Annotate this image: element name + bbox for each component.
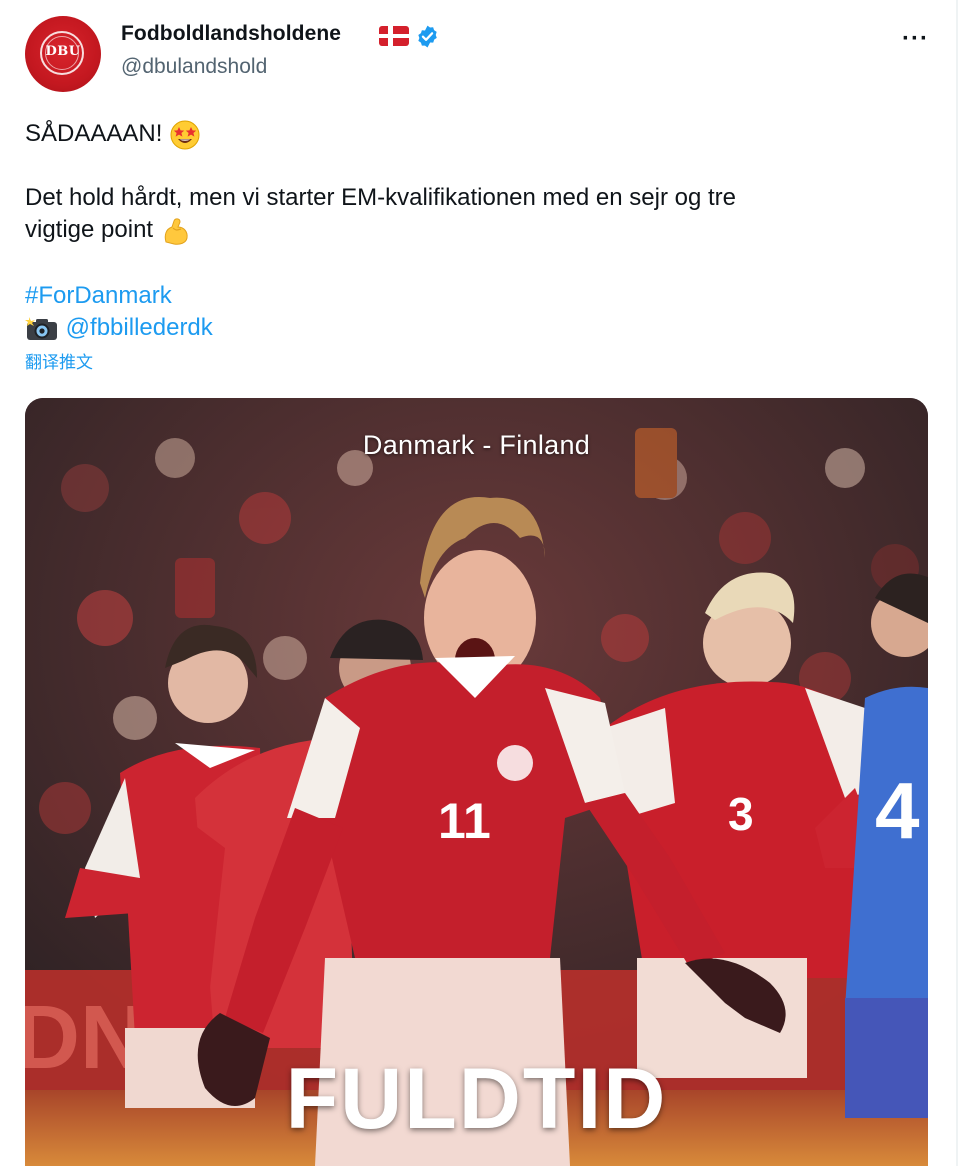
photo-credit-link[interactable]: @fbbillederdk <box>66 314 213 341</box>
tweet-media-image[interactable]: DN 3 4 11 Danmark - Finland FULDTID <box>25 398 928 1166</box>
camera-flash-emoji <box>25 316 57 340</box>
player-number-right: 3 <box>728 788 754 840</box>
display-name[interactable]: Fodboldlandsholdene <box>121 22 341 46</box>
star-struck-emoji <box>170 120 200 150</box>
hashtag-link[interactable]: #ForDanmark <box>25 282 172 309</box>
player-number-center: 11 <box>438 793 491 849</box>
tweet-text-exclaim: SÅDAAAAN! <box>25 120 163 147</box>
fulltime-overlay-text: FULDTID <box>285 1051 668 1147</box>
avatar[interactable]: DBU <box>25 16 101 92</box>
avatar-monogram: DBU <box>45 44 81 59</box>
hashtag-line: #ForDanmark <box>25 280 172 312</box>
translate-tweet-link[interactable]: 翻译推文 <box>25 348 93 373</box>
tweet-text-point: vigtige point <box>25 216 154 243</box>
tweet-line-3: vigtige point <box>25 214 192 247</box>
verified-badge-icon[interactable] <box>415 24 440 49</box>
tweet-line-2: Det hold hårdt, men vi starter EM-kvalif… <box>25 184 736 211</box>
tweet-line-1: SÅDAAAAN! <box>25 118 201 151</box>
denmark-flag-icon <box>379 26 409 46</box>
player-number-opponent: 4 <box>875 766 920 855</box>
photo-credit-line: @fbbillederdk <box>25 312 213 344</box>
tweet-card: DBU Fodboldlandsholdene @dbulandshold ··… <box>0 0 958 1166</box>
account-handle[interactable]: @dbulandshold <box>121 55 267 79</box>
more-options-icon[interactable]: ··· <box>902 25 929 53</box>
match-title: Danmark - Finland <box>362 430 591 460</box>
flexed-biceps-emoji <box>164 218 188 245</box>
